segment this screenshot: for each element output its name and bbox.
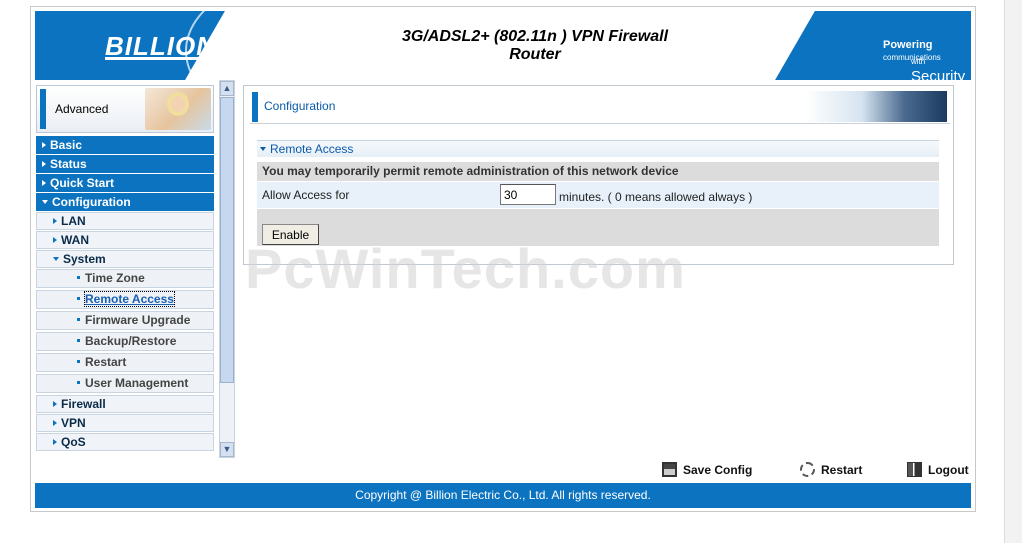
bullet-icon bbox=[77, 360, 80, 363]
nav-lan-label: LAN bbox=[61, 214, 86, 228]
expand-arrow-icon bbox=[42, 142, 46, 148]
collapse-arrow-icon bbox=[53, 257, 59, 261]
nav-user-management-label: User Management bbox=[85, 376, 189, 390]
floppy-disk-icon bbox=[662, 462, 677, 477]
nav-wan-label: WAN bbox=[61, 233, 89, 247]
allow-access-row: Allow Access for minutes. ( 0 means allo… bbox=[257, 182, 939, 208]
nav-restart-label: Restart bbox=[85, 355, 127, 369]
nav-quick-start-label: Quick Start bbox=[50, 176, 115, 190]
nav-time-zone[interactable]: Time Zone bbox=[36, 269, 214, 288]
nav-status[interactable]: Status bbox=[36, 155, 214, 173]
nav-user-management[interactable]: User Management bbox=[36, 374, 214, 393]
photo-face bbox=[167, 92, 189, 116]
minutes-input[interactable] bbox=[500, 184, 556, 205]
nav-backup-restore-label: Backup/Restore bbox=[85, 334, 177, 348]
nav-wan[interactable]: WAN bbox=[36, 231, 214, 249]
nav-configuration[interactable]: Configuration bbox=[36, 193, 214, 211]
footer-bar: Copyright @ Billion Electric Co., Ltd. A… bbox=[35, 483, 971, 508]
nav-firmware-upgrade-label: Firmware Upgrade bbox=[85, 313, 191, 327]
copyright-text: Copyright @ Billion Electric Co., Ltd. A… bbox=[355, 488, 651, 502]
nav-quick-start[interactable]: Quick Start bbox=[36, 174, 214, 192]
page-header: Configuration bbox=[250, 90, 950, 124]
bullet-icon bbox=[77, 339, 80, 342]
bullet-icon bbox=[77, 276, 80, 279]
page-title: Configuration bbox=[264, 99, 336, 113]
watermark: PcWinTech.com bbox=[245, 237, 686, 300]
restart-link[interactable]: Restart bbox=[800, 462, 862, 477]
expand-arrow-icon bbox=[53, 237, 57, 243]
expand-arrow-icon bbox=[53, 218, 57, 224]
tagline-bottom: with Security bbox=[911, 51, 971, 80]
nav-lan[interactable]: LAN bbox=[36, 212, 214, 230]
expand-arrow-icon bbox=[42, 161, 46, 167]
info-text: You may temporarily permit remote admini… bbox=[257, 162, 939, 181]
nav-status-label: Status bbox=[50, 157, 87, 171]
product-title: 3G/ADSL2+ (802.11n ) VPN Firewall Router bbox=[385, 28, 685, 64]
allow-access-label: Allow Access for bbox=[262, 188, 350, 202]
nav-vpn-label: VPN bbox=[61, 416, 86, 430]
product-title-line2: Router bbox=[509, 46, 561, 63]
logout-icon bbox=[907, 462, 922, 477]
bullet-icon bbox=[77, 318, 80, 321]
advanced-accent-bar bbox=[40, 89, 46, 129]
nav-firmware-upgrade[interactable]: Firmware Upgrade bbox=[36, 311, 214, 330]
tagline-powering: Powering bbox=[883, 39, 933, 51]
minutes-suffix: minutes. ( 0 means allowed always ) bbox=[559, 190, 753, 204]
collapse-arrow-icon bbox=[260, 147, 266, 151]
expand-arrow-icon bbox=[53, 401, 57, 407]
nav-time-zone-label: Time Zone bbox=[85, 271, 145, 285]
sidebar-scrollbar[interactable]: ▲ ▼ bbox=[219, 80, 235, 458]
bullet-icon bbox=[77, 381, 80, 384]
nav-system[interactable]: System bbox=[36, 250, 214, 268]
nav-backup-restore[interactable]: Backup/Restore bbox=[36, 332, 214, 351]
header-photo bbox=[805, 91, 947, 122]
expand-arrow-icon bbox=[53, 439, 57, 445]
tagline-security: Security bbox=[911, 68, 966, 80]
product-title-line1: 3G/ADSL2+ (802.11n ) VPN Firewall bbox=[401, 28, 669, 45]
tagline-with: with bbox=[911, 57, 926, 66]
nav-vpn[interactable]: VPN bbox=[36, 414, 214, 432]
header-banner: BILLION 3G/ADSL2+ (802.11n ) VPN Firewal… bbox=[35, 11, 971, 80]
save-config-link[interactable]: Save Config bbox=[662, 462, 752, 477]
nav-restart[interactable]: Restart bbox=[36, 353, 214, 372]
advanced-mode-panel: Advanced bbox=[36, 85, 214, 133]
nav-basic[interactable]: Basic bbox=[36, 136, 214, 154]
nav-remote-access[interactable]: Remote Access bbox=[36, 290, 214, 309]
nav-remote-access-label: Remote Access bbox=[84, 291, 175, 307]
nav-firewall[interactable]: Firewall bbox=[36, 395, 214, 413]
advanced-label: Advanced bbox=[55, 102, 109, 116]
scroll-up-icon[interactable]: ▲ bbox=[220, 81, 234, 96]
window-scrollbar[interactable] bbox=[1004, 0, 1022, 543]
save-config-label: Save Config bbox=[683, 463, 753, 477]
scroll-down-icon[interactable]: ▼ bbox=[220, 442, 234, 457]
nav-basic-label: Basic bbox=[50, 138, 83, 152]
advanced-photo bbox=[145, 88, 211, 130]
collapse-arrow-icon bbox=[42, 200, 48, 204]
expand-arrow-icon bbox=[53, 420, 57, 426]
logout-label: Logout bbox=[928, 463, 969, 477]
expand-arrow-icon bbox=[42, 180, 46, 186]
restart-label: Restart bbox=[821, 463, 863, 477]
nav-qos-label: QoS bbox=[61, 435, 86, 449]
nav-system-label: System bbox=[63, 252, 106, 266]
nav-qos[interactable]: QoS bbox=[36, 433, 214, 451]
section-title[interactable]: Remote Access bbox=[257, 140, 939, 157]
scroll-thumb[interactable] bbox=[220, 97, 234, 383]
restart-icon bbox=[800, 462, 815, 477]
nav-firewall-label: Firewall bbox=[61, 397, 106, 411]
bullet-icon bbox=[77, 297, 80, 300]
section-title-label: Remote Access bbox=[270, 142, 354, 156]
nav-configuration-label: Configuration bbox=[52, 195, 131, 209]
logout-link[interactable]: Logout bbox=[907, 462, 969, 477]
billion-logo: BILLION bbox=[105, 31, 216, 61]
page-header-accent bbox=[252, 92, 258, 122]
